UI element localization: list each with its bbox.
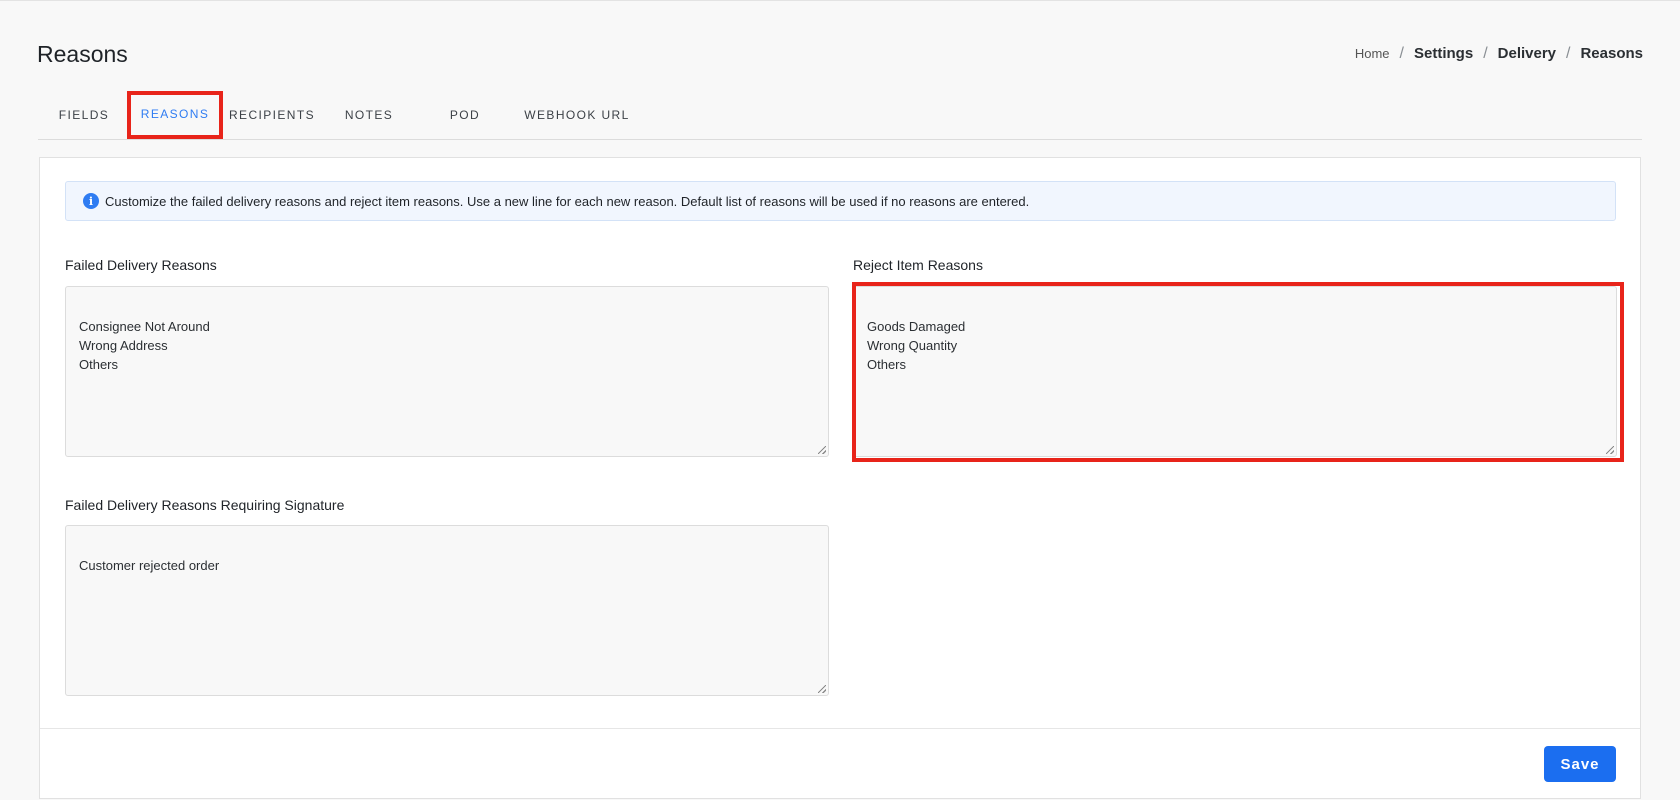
breadcrumb-home[interactable]: Home bbox=[1355, 46, 1390, 61]
tab-webhook-url[interactable]: WEBHOOK URL bbox=[513, 91, 641, 139]
breadcrumb-current: Reasons bbox=[1580, 45, 1643, 62]
resize-grip-icon[interactable] bbox=[818, 685, 826, 693]
breadcrumb-settings[interactable]: Settings bbox=[1414, 45, 1473, 62]
info-icon: i bbox=[83, 193, 99, 209]
resize-grip-icon[interactable] bbox=[818, 446, 826, 454]
tab-recipients[interactable]: RECIPIENTS bbox=[223, 91, 321, 139]
reject-item-reasons-label: Reject Item Reasons bbox=[853, 257, 983, 273]
failed-delivery-signature-label: Failed Delivery Reasons Requiring Signat… bbox=[65, 497, 345, 513]
tab-reasons[interactable]: REASONS bbox=[127, 91, 223, 139]
tab-fields[interactable]: FIELDS bbox=[38, 91, 130, 139]
breadcrumb: Home / Settings / Delivery / Reasons bbox=[1355, 45, 1643, 63]
tab-bar: FIELDS REASONS RECIPIENTS NOTES POD WEBH… bbox=[38, 91, 1642, 140]
info-alert: i Customize the failed delivery reasons … bbox=[65, 181, 1616, 221]
breadcrumb-separator: / bbox=[1566, 45, 1571, 62]
page: Reasons Home / Settings / Delivery / Rea… bbox=[0, 0, 1680, 800]
reject-item-reasons-textarea[interactable]: Goods Damaged Wrong Quantity Others bbox=[853, 286, 1617, 457]
save-button[interactable]: Save bbox=[1544, 746, 1616, 782]
tab-notes[interactable]: NOTES bbox=[321, 91, 417, 139]
card-footer bbox=[40, 728, 1640, 729]
breadcrumb-separator: / bbox=[1483, 45, 1488, 62]
info-alert-text: Customize the failed delivery reasons an… bbox=[105, 193, 1030, 209]
tab-pod[interactable]: POD bbox=[417, 91, 513, 139]
reject-item-reasons-value: Goods Damaged Wrong Quantity Others bbox=[867, 319, 966, 372]
failed-delivery-signature-value: Customer rejected order bbox=[79, 558, 220, 573]
failed-delivery-reasons-value: Consignee Not Around Wrong Address Other… bbox=[79, 319, 210, 372]
page-title: Reasons bbox=[37, 41, 128, 67]
failed-delivery-reasons-textarea[interactable]: Consignee Not Around Wrong Address Other… bbox=[65, 286, 829, 457]
breadcrumb-delivery[interactable]: Delivery bbox=[1498, 45, 1556, 62]
resize-grip-icon[interactable] bbox=[1606, 446, 1614, 454]
reasons-card: i Customize the failed delivery reasons … bbox=[39, 157, 1641, 799]
failed-delivery-signature-textarea[interactable]: Customer rejected order bbox=[65, 525, 829, 696]
breadcrumb-separator: / bbox=[1399, 45, 1404, 62]
failed-delivery-reasons-label: Failed Delivery Reasons bbox=[65, 257, 217, 273]
